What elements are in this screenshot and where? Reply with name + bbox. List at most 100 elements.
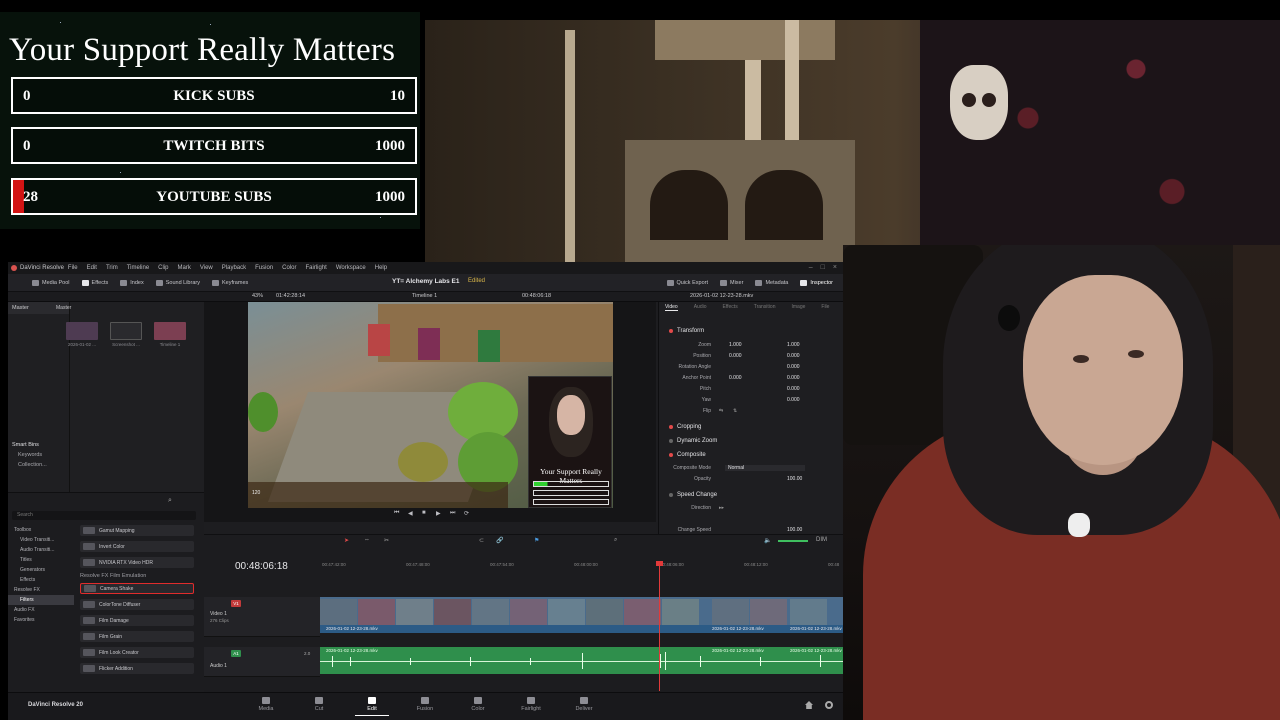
video-track-header[interactable]: V1 Video 1 276 Clips xyxy=(204,597,320,637)
page-color[interactable]: Color xyxy=(461,697,495,712)
link-icon[interactable]: 🔗 xyxy=(496,537,503,544)
tree-audio-fx[interactable]: Audio FX xyxy=(8,605,74,615)
position-x-field[interactable]: 0.000 xyxy=(729,353,742,359)
effect-item[interactable]: Film Look Creator xyxy=(80,647,194,658)
tree-effects[interactable]: Effects xyxy=(8,575,74,585)
tree-filters[interactable]: Filters xyxy=(8,595,74,605)
mixer-button[interactable]: Mixer xyxy=(714,274,749,292)
menu-view[interactable]: View xyxy=(200,265,213,271)
page-edit[interactable]: Edit xyxy=(355,697,389,716)
viewer-frame[interactable]: 120 Your Support Really Matters xyxy=(248,302,613,508)
sound-library-button[interactable]: Sound Library xyxy=(150,274,206,292)
effects-search-input[interactable]: Search xyxy=(12,511,196,520)
tab-image[interactable]: Image xyxy=(791,304,805,311)
section-speed-change[interactable]: Speed Change xyxy=(669,492,717,498)
minimize-icon[interactable]: – xyxy=(809,264,813,271)
go-to-end-icon[interactable]: ⏭ xyxy=(450,510,455,517)
timeline-ruler[interactable]: 00:47:42:00 00:47:48:00 00:47:54:00 00:4… xyxy=(320,561,843,571)
stop-icon[interactable]: ■ xyxy=(422,510,426,516)
keyframes-button[interactable]: Keyframes xyxy=(206,274,254,292)
tab-file[interactable]: File xyxy=(821,304,829,311)
go-to-start-icon[interactable]: ⏮ xyxy=(394,510,399,517)
gear-icon[interactable] xyxy=(825,701,833,709)
smart-bin-collection[interactable]: Collection... xyxy=(8,460,70,470)
page-media[interactable]: Media xyxy=(249,697,283,712)
flag-icon[interactable]: ⚑ xyxy=(534,537,539,544)
flip-vertical-icon[interactable]: ⇅ xyxy=(733,408,737,414)
opacity-field[interactable]: 100.00 xyxy=(787,476,802,482)
menu-edit[interactable]: Edit xyxy=(87,265,97,271)
selection-tool-icon[interactable]: ➤ xyxy=(344,537,349,544)
close-icon[interactable]: × xyxy=(833,264,837,271)
section-dynamic-zoom[interactable]: Dynamic Zoom xyxy=(669,438,717,444)
menu-help[interactable]: Help xyxy=(375,265,387,271)
page-deliver[interactable]: Deliver xyxy=(567,697,601,712)
composite-mode-select[interactable]: Normal xyxy=(725,465,805,471)
section-transform[interactable]: Transform xyxy=(669,328,704,334)
enable-dot-icon[interactable] xyxy=(669,425,673,429)
volume-slider[interactable] xyxy=(778,540,808,542)
page-cut[interactable]: Cut xyxy=(302,697,336,712)
dim-button[interactable]: DIM xyxy=(816,537,827,543)
play-icon[interactable]: ▶ xyxy=(436,510,441,517)
smart-bin-keywords[interactable]: Keywords xyxy=(8,450,70,460)
clip-thumbnail[interactable]: 2026-01-02 ... xyxy=(66,322,98,347)
menu-clip[interactable]: Clip xyxy=(158,265,168,271)
reverse-icon[interactable]: ◀ xyxy=(408,510,413,517)
flip-horizontal-icon[interactable]: ⇆ xyxy=(719,408,723,414)
change-speed-field[interactable]: 100.00 xyxy=(787,527,802,533)
timeline-viewer[interactable]: 120 Your Support Really Matters ⏮ ◀ ■ ▶ … xyxy=(204,302,656,522)
tab-effects[interactable]: Effects xyxy=(723,304,738,311)
tree-generators[interactable]: Generators xyxy=(8,565,74,575)
menu-fusion[interactable]: Fusion xyxy=(255,265,273,271)
anchor-y-field[interactable]: 0.000 xyxy=(787,375,800,381)
media-pool-button[interactable]: Media Pool xyxy=(26,274,76,292)
yaw-field[interactable]: 0.000 xyxy=(787,397,800,403)
menu-mark[interactable]: Mark xyxy=(178,265,191,271)
effect-item[interactable]: ColorTone Diffuser xyxy=(80,599,194,610)
section-cropping[interactable]: Cropping xyxy=(669,424,701,430)
page-fairlight[interactable]: Fairlight xyxy=(514,697,548,712)
rotation-field[interactable]: 0.000 xyxy=(787,364,800,370)
effect-item-camera-shake[interactable]: Camera Shake xyxy=(80,583,194,594)
menu-file[interactable]: File xyxy=(68,265,78,271)
page-fusion[interactable]: Fusion xyxy=(408,697,442,712)
section-composite[interactable]: Composite xyxy=(669,452,706,458)
menu-timeline[interactable]: Timeline xyxy=(127,265,149,271)
effects-button[interactable]: Effects xyxy=(76,274,115,292)
blade-tool-icon[interactable]: ✂ xyxy=(384,537,389,544)
tree-resolve-fx[interactable]: Resolve FX xyxy=(8,585,74,595)
tree-audio-transitions[interactable]: Audio Transiti... xyxy=(8,545,74,555)
menu-workspace[interactable]: Workspace xyxy=(336,265,366,271)
zoom-x-field[interactable]: 1.000 xyxy=(729,342,742,348)
viewer-zoom[interactable]: 43% xyxy=(252,293,263,299)
enable-dot-icon[interactable] xyxy=(669,439,673,443)
position-y-field[interactable]: 0.000 xyxy=(787,353,800,359)
tree-favorites[interactable]: Favorites xyxy=(8,615,74,625)
effect-item[interactable]: Gamut Mapping xyxy=(80,525,194,536)
audio-track-header[interactable]: A1 Audio 1 2.0 xyxy=(204,647,320,677)
zoom-y-field[interactable]: 1.000 xyxy=(787,342,800,348)
enable-dot-icon[interactable] xyxy=(669,329,673,333)
tree-toolbox[interactable]: Toolbox xyxy=(8,525,74,535)
enable-dot-icon[interactable] xyxy=(669,493,673,497)
effect-item[interactable]: Flicker Addition xyxy=(80,663,194,674)
timeline-selector[interactable]: Timeline 1 xyxy=(412,293,437,299)
clip-thumbnail[interactable]: Screenshot ... xyxy=(110,322,142,347)
menu-trim[interactable]: Trim xyxy=(106,265,118,271)
zoom-icon[interactable]: ⌕ xyxy=(614,537,617,544)
direction-forward-icon[interactable]: ▸▸ xyxy=(719,505,724,511)
effect-item[interactable]: NVIDIA RTX Video HDR xyxy=(80,557,194,568)
trim-tool-icon[interactable]: ⇔ xyxy=(364,537,370,543)
enable-dot-icon[interactable] xyxy=(669,453,673,457)
tab-audio[interactable]: Audio xyxy=(694,304,707,311)
quick-export-button[interactable]: Quick Export xyxy=(661,274,714,292)
snapping-icon[interactable]: ⊂ xyxy=(479,537,484,544)
effect-item[interactable]: Film Grain xyxy=(80,631,194,642)
inspector-button[interactable]: Inspector xyxy=(794,274,839,292)
effect-item[interactable]: Film Damage xyxy=(80,615,194,626)
home-icon[interactable] xyxy=(805,701,813,709)
metadata-button[interactable]: Metadata xyxy=(749,274,794,292)
effect-item[interactable]: Invert Color xyxy=(80,541,194,552)
menu-color[interactable]: Color xyxy=(282,265,296,271)
